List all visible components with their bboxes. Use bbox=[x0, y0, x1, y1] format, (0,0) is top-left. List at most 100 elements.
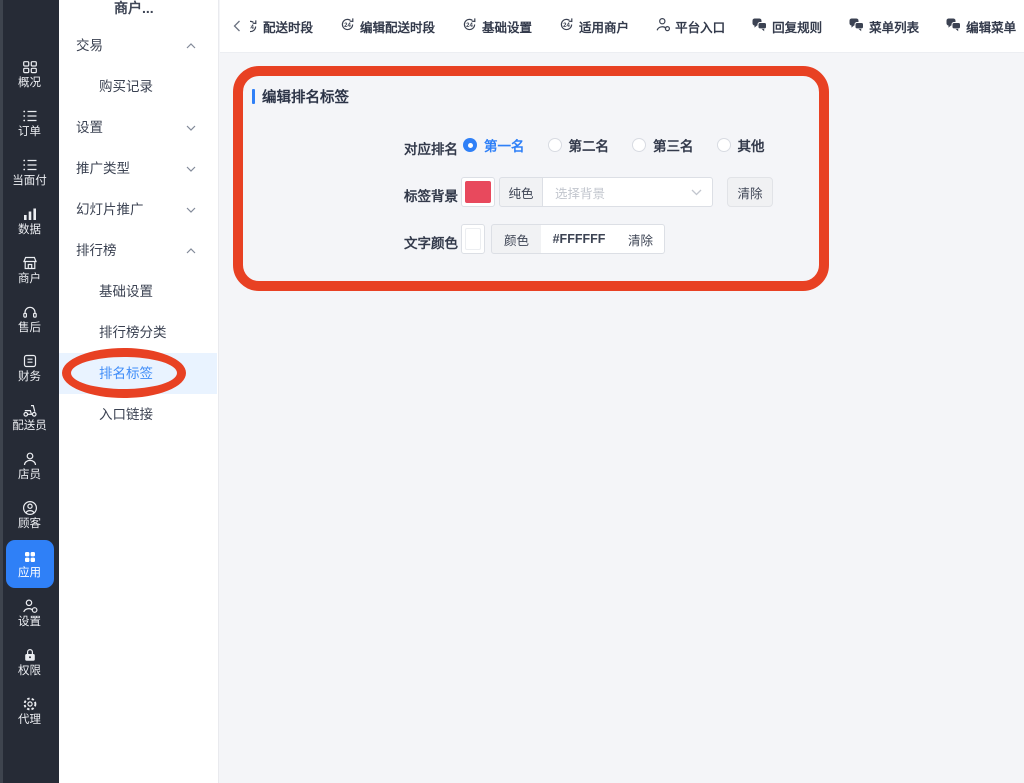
text-color-row-label: 文字颜色 bbox=[404, 232, 458, 252]
apps-grid-icon bbox=[22, 549, 38, 565]
menu-item-basic-settings[interactable]: 基础设置 bbox=[59, 271, 217, 312]
sidebar-item-label: 设置 bbox=[18, 617, 41, 629]
sidebar-item-label: 概况 bbox=[18, 78, 41, 90]
tab-platform-entry[interactable]: 平台入口 bbox=[656, 17, 725, 36]
hex-color-input[interactable] bbox=[541, 224, 618, 254]
24h-circle-icon: 24 bbox=[340, 17, 355, 35]
tab-edit-menu[interactable]: 编辑菜单 bbox=[946, 17, 1016, 36]
customer-icon bbox=[22, 500, 38, 516]
radio-option-third[interactable]: 第三名 bbox=[632, 135, 694, 155]
background-select[interactable]: 选择背景 bbox=[542, 177, 713, 207]
solid-color-button[interactable]: 纯色 bbox=[499, 177, 543, 207]
sidebar-item-aftersale[interactable]: 售后 bbox=[6, 303, 54, 335]
sidebar-item-agent[interactable]: 代理 bbox=[6, 695, 54, 727]
svg-text:24: 24 bbox=[466, 23, 473, 29]
scooter-icon bbox=[22, 402, 38, 418]
tab-delivery-timeslot[interactable]: 24 配送时段 bbox=[250, 17, 313, 36]
radio-unselected-icon bbox=[548, 138, 562, 152]
facepay-list-icon bbox=[22, 157, 38, 173]
rank-radio-group: 第一名 第二名 第三名 其他 bbox=[463, 136, 788, 154]
radio-option-first[interactable]: 第一名 bbox=[463, 135, 525, 155]
sidebar-item-label: 订单 bbox=[18, 127, 41, 139]
sidebar-item-orders[interactable]: 订单 bbox=[6, 107, 54, 139]
sidebar-item-label: 售后 bbox=[18, 323, 41, 335]
tab-bar: 24 配送时段 24 编辑配送时段 24 基础设置 24 适用商户 平台入口 回 bbox=[220, 0, 1024, 53]
color-mode-button[interactable]: 颜色 bbox=[491, 224, 542, 254]
select-placeholder: 选择背景 bbox=[555, 183, 605, 202]
gear-icon bbox=[22, 696, 38, 712]
order-list-icon bbox=[22, 108, 38, 124]
chevron-up-icon bbox=[186, 25, 196, 66]
sidebar-item-settings[interactable]: 设置 bbox=[6, 597, 54, 629]
svg-text:24: 24 bbox=[344, 23, 351, 29]
rank-row-label: 对应排名 bbox=[404, 138, 458, 158]
background-color-swatch[interactable] bbox=[461, 177, 495, 207]
menu-item-settings[interactable]: 设置 bbox=[59, 107, 217, 148]
sidebar-item-label: 代理 bbox=[18, 715, 41, 727]
sidebar-item-data[interactable]: 数据 bbox=[6, 205, 54, 237]
dashboard-icon bbox=[22, 59, 38, 75]
sidebar-item-label: 应用 bbox=[18, 568, 41, 580]
finance-icon bbox=[22, 353, 38, 369]
bar-chart-icon bbox=[22, 206, 38, 222]
sidebar-item-overview[interactable]: 概况 bbox=[6, 58, 54, 90]
radio-unselected-icon bbox=[717, 138, 731, 152]
sidebar-item-apps[interactable]: 应用 bbox=[6, 540, 54, 588]
storefront-icon bbox=[22, 255, 38, 271]
menu-item-slideshow-promo[interactable]: 幻灯片推广 bbox=[59, 189, 217, 230]
person-gear-icon bbox=[22, 598, 38, 614]
chevron-down-icon bbox=[691, 185, 702, 199]
menu-item-transactions[interactable]: 交易 bbox=[59, 25, 217, 66]
sidebar-item-facepay[interactable]: 当面付 bbox=[6, 156, 54, 188]
text-color-swatch[interactable] bbox=[461, 224, 485, 254]
sidebar-item-courier[interactable]: 配送员 bbox=[6, 401, 54, 433]
background-clear-button[interactable]: 清除 bbox=[727, 177, 773, 207]
radio-unselected-icon bbox=[632, 138, 646, 152]
sidebar-item-label: 商户 bbox=[18, 274, 41, 286]
menu-item-ranking-category[interactable]: 排行榜分类 bbox=[59, 312, 217, 353]
sidebar-item-label: 配送员 bbox=[12, 421, 47, 433]
sidebar-item-staff[interactable]: 店员 bbox=[6, 450, 54, 482]
text-color-clear-button[interactable]: 清除 bbox=[617, 224, 665, 254]
app-window: 概况 订单 当面付 数据 商户 售后 bbox=[0, 0, 1024, 783]
radio-option-second[interactable]: 第二名 bbox=[548, 135, 610, 155]
sidebar-item-permissions[interactable]: 权限 bbox=[6, 646, 54, 678]
headset-icon bbox=[22, 304, 38, 320]
chevron-up-icon bbox=[186, 230, 196, 271]
menu-item-promo-type[interactable]: 推广类型 bbox=[59, 148, 217, 189]
24h-circle-icon: 24 bbox=[462, 17, 477, 35]
chat-bubbles-icon bbox=[946, 18, 961, 35]
tab-edit-delivery-timeslot[interactable]: 24 编辑配送时段 bbox=[340, 17, 435, 36]
sidebar-item-merchant[interactable]: 商户 bbox=[6, 254, 54, 286]
radio-selected-icon bbox=[463, 138, 477, 152]
tab-basic-settings[interactable]: 24 基础设置 bbox=[462, 17, 532, 36]
sidebar-item-finance[interactable]: 财务 bbox=[6, 352, 54, 384]
form-title: 编辑排名标签 bbox=[252, 86, 349, 107]
chat-bubbles-icon bbox=[752, 18, 767, 35]
menu-item-purchase-records[interactable]: 购买记录 bbox=[59, 66, 217, 107]
sidebar-item-customer[interactable]: 顾客 bbox=[6, 499, 54, 531]
chevron-down-icon bbox=[186, 148, 196, 189]
sidebar-item-label: 财务 bbox=[18, 372, 41, 384]
chevron-left-icon[interactable] bbox=[233, 20, 241, 32]
sidebar-section-title[interactable]: 商户... bbox=[114, 0, 154, 18]
menu-item-ranking[interactable]: 排行榜 bbox=[59, 230, 217, 271]
24h-circle-icon: 24 bbox=[250, 19, 258, 34]
page-title: 编辑排名标签 bbox=[262, 86, 349, 107]
menu-item-entry-link[interactable]: 入口链接 bbox=[59, 394, 217, 435]
sidebar-item-label: 权限 bbox=[18, 666, 41, 678]
person-gear-icon bbox=[656, 17, 670, 35]
svg-text:24: 24 bbox=[563, 23, 570, 29]
radio-option-other[interactable]: 其他 bbox=[717, 135, 765, 155]
primary-sidebar: 概况 订单 当面付 数据 商户 售后 bbox=[0, 0, 59, 783]
tab-reply-rules[interactable]: 回复规则 bbox=[752, 17, 822, 36]
tab-menu-list[interactable]: 菜单列表 bbox=[849, 17, 919, 36]
menu-item-ranking-label[interactable]: 排名标签 bbox=[59, 353, 217, 394]
chat-bubbles-icon bbox=[849, 18, 864, 35]
tab-applicable-merchants[interactable]: 24 适用商户 bbox=[559, 17, 629, 36]
svg-text:24: 24 bbox=[250, 25, 254, 31]
chevron-down-icon bbox=[186, 107, 196, 148]
24h-circle-icon: 24 bbox=[559, 17, 574, 35]
secondary-sidebar: 商户... 交易 购买记录 设置 推广类型 幻灯片推广 排行榜 基础设置 排行榜… bbox=[59, 0, 219, 783]
chevron-down-icon bbox=[186, 189, 196, 230]
